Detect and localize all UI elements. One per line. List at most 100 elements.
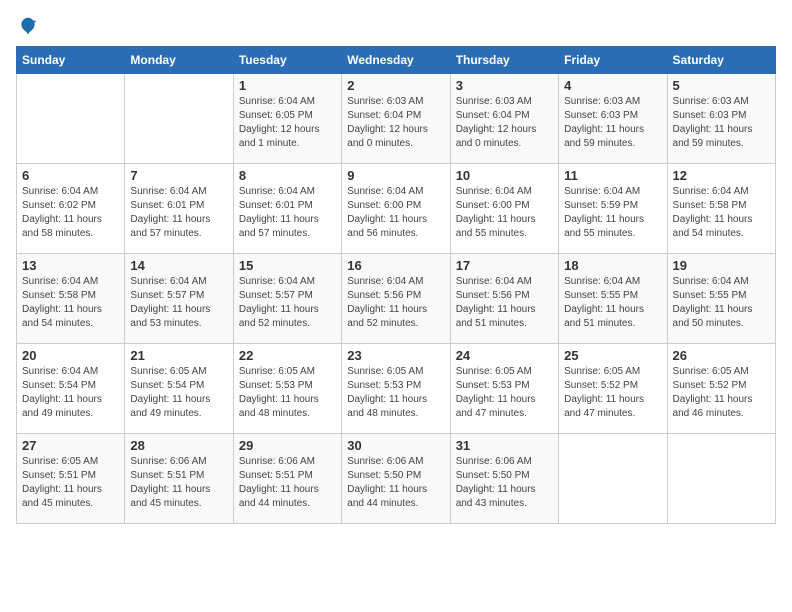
- calendar-cell: 3Sunrise: 6:03 AM Sunset: 6:04 PM Daylig…: [450, 74, 558, 164]
- day-info: Sunrise: 6:06 AM Sunset: 5:51 PM Dayligh…: [130, 455, 227, 511]
- day-number: 26: [673, 348, 770, 363]
- day-info: Sunrise: 6:04 AM Sunset: 6:02 PM Dayligh…: [22, 185, 119, 241]
- calendar-cell: 8 Sunrise: 6:04 AM Sunset: 6:01 PM Daylig…: [233, 164, 341, 254]
- day-number: 17: [456, 258, 553, 273]
- logo-bird-icon: [18, 16, 38, 36]
- day-number: 15: [239, 258, 336, 273]
- calendar-header: SundayMondayTuesdayWednesdayThursdayFrid…: [17, 47, 776, 74]
- day-number: 1: [239, 78, 336, 93]
- day-number: 2: [347, 78, 444, 93]
- page-header: [16, 16, 776, 36]
- calendar-cell: 12 Sunrise: 6:04 AM Sunset: 5:58 PM Dayli…: [667, 164, 775, 254]
- day-number: 11: [564, 168, 661, 183]
- calendar-week-row: 1 Sunrise: 6:04 AM Sunset: 6:05 PM Daylig…: [17, 74, 776, 164]
- day-info: Sunrise: 6:04 AM Sunset: 6:01 PM Dayligh…: [239, 185, 336, 241]
- calendar-cell: 2 Sunrise: 6:03 AM Sunset: 6:04 PM Daylig…: [342, 74, 450, 164]
- day-number: 22: [239, 348, 336, 363]
- day-info: Sunrise: 6:06 AM Sunset: 5:50 PM Dayligh…: [456, 455, 553, 511]
- calendar-cell: 16Sunrise: 6:04 AM Sunset: 5:56 PM Dayli…: [342, 254, 450, 344]
- day-number: 4: [564, 78, 661, 93]
- calendar-cell: 18Sunrise: 6:04 AM Sunset: 5:55 PM Dayli…: [559, 254, 667, 344]
- calendar-cell: 30 Sunrise: 6:06 AM Sunset: 5:50 PM Dayli…: [342, 434, 450, 524]
- day-number: 13: [22, 258, 119, 273]
- calendar-cell: 23 Sunrise: 6:05 AM Sunset: 5:53 PM Dayli…: [342, 344, 450, 434]
- calendar-cell: 19 Sunrise: 6:04 AM Sunset: 5:55 PM Dayli…: [667, 254, 775, 344]
- calendar-cell: 27 Sunrise: 6:05 AM Sunset: 5:51 PM Dayli…: [17, 434, 125, 524]
- header-cell-wednesday: Wednesday: [342, 47, 450, 74]
- day-info: Sunrise: 6:04 AM Sunset: 5:56 PM Dayligh…: [456, 275, 553, 331]
- day-info: Sunrise: 6:05 AM Sunset: 5:52 PM Dayligh…: [673, 365, 770, 421]
- calendar-body: 1 Sunrise: 6:04 AM Sunset: 6:05 PM Daylig…: [17, 74, 776, 524]
- calendar-cell: [17, 74, 125, 164]
- day-info: Sunrise: 6:04 AM Sunset: 5:56 PM Dayligh…: [347, 275, 444, 331]
- day-info: Sunrise: 6:03 AM Sunset: 6:03 PM Dayligh…: [564, 95, 661, 151]
- day-info: Sunrise: 6:06 AM Sunset: 5:50 PM Dayligh…: [347, 455, 444, 511]
- calendar-cell: 6 Sunrise: 6:04 AM Sunset: 6:02 PM Daylig…: [17, 164, 125, 254]
- calendar-cell: 22 Sunrise: 6:05 AM Sunset: 5:53 PM Dayli…: [233, 344, 341, 434]
- day-number: 12: [673, 168, 770, 183]
- day-number: 18: [564, 258, 661, 273]
- calendar-cell: 21 Sunrise: 6:05 AM Sunset: 5:54 PM Dayli…: [125, 344, 233, 434]
- day-info: Sunrise: 6:05 AM Sunset: 5:53 PM Dayligh…: [347, 365, 444, 421]
- day-info: Sunrise: 6:04 AM Sunset: 5:59 PM Dayligh…: [564, 185, 661, 241]
- day-number: 31: [456, 438, 553, 453]
- calendar-cell: 15 Sunrise: 6:04 AM Sunset: 5:57 PM Dayli…: [233, 254, 341, 344]
- day-number: 21: [130, 348, 227, 363]
- day-number: 5: [673, 78, 770, 93]
- day-info: Sunrise: 6:04 AM Sunset: 5:57 PM Dayligh…: [239, 275, 336, 331]
- calendar-cell: 17 Sunrise: 6:04 AM Sunset: 5:56 PM Dayli…: [450, 254, 558, 344]
- day-number: 23: [347, 348, 444, 363]
- day-number: 9: [347, 168, 444, 183]
- day-info: Sunrise: 6:06 AM Sunset: 5:51 PM Dayligh…: [239, 455, 336, 511]
- day-number: 10: [456, 168, 553, 183]
- header-cell-thursday: Thursday: [450, 47, 558, 74]
- header-cell-monday: Monday: [125, 47, 233, 74]
- day-info: Sunrise: 6:04 AM Sunset: 6:01 PM Dayligh…: [130, 185, 227, 241]
- calendar-cell: 7 Sunrise: 6:04 AM Sunset: 6:01 PM Daylig…: [125, 164, 233, 254]
- calendar-cell: 20 Sunrise: 6:04 AM Sunset: 5:54 PM Dayli…: [17, 344, 125, 434]
- day-number: 29: [239, 438, 336, 453]
- day-info: Sunrise: 6:05 AM Sunset: 5:51 PM Dayligh…: [22, 455, 119, 511]
- header-cell-tuesday: Tuesday: [233, 47, 341, 74]
- day-info: Sunrise: 6:04 AM Sunset: 5:58 PM Dayligh…: [673, 185, 770, 241]
- calendar-cell: 11 Sunrise: 6:04 AM Sunset: 5:59 PM Dayli…: [559, 164, 667, 254]
- day-number: 25: [564, 348, 661, 363]
- logo-text: [16, 16, 38, 36]
- day-number: 3: [456, 78, 553, 93]
- day-info: Sunrise: 6:04 AM Sunset: 5:54 PM Dayligh…: [22, 365, 119, 421]
- day-info: Sunrise: 6:03 AM Sunset: 6:03 PM Dayligh…: [673, 95, 770, 151]
- day-number: 30: [347, 438, 444, 453]
- calendar-cell: 10 Sunrise: 6:04 AM Sunset: 6:00 PM Dayli…: [450, 164, 558, 254]
- day-info: Sunrise: 6:04 AM Sunset: 5:57 PM Dayligh…: [130, 275, 227, 331]
- calendar-week-row: 6 Sunrise: 6:04 AM Sunset: 6:02 PM Daylig…: [17, 164, 776, 254]
- day-info: Sunrise: 6:04 AM Sunset: 6:05 PM Dayligh…: [239, 95, 336, 151]
- calendar-cell: [667, 434, 775, 524]
- calendar-cell: 28Sunrise: 6:06 AM Sunset: 5:51 PM Dayli…: [125, 434, 233, 524]
- day-info: Sunrise: 6:04 AM Sunset: 6:00 PM Dayligh…: [456, 185, 553, 241]
- header-cell-friday: Friday: [559, 47, 667, 74]
- day-info: Sunrise: 6:04 AM Sunset: 5:55 PM Dayligh…: [673, 275, 770, 331]
- calendar-cell: [125, 74, 233, 164]
- calendar-cell: 31 Sunrise: 6:06 AM Sunset: 5:50 PM Dayli…: [450, 434, 558, 524]
- calendar-cell: 29 Sunrise: 6:06 AM Sunset: 5:51 PM Dayli…: [233, 434, 341, 524]
- day-number: 27: [22, 438, 119, 453]
- day-number: 19: [673, 258, 770, 273]
- day-info: Sunrise: 6:03 AM Sunset: 6:04 PM Dayligh…: [347, 95, 444, 151]
- calendar-cell: 14 Sunrise: 6:04 AM Sunset: 5:57 PM Dayli…: [125, 254, 233, 344]
- calendar-cell: 24Sunrise: 6:05 AM Sunset: 5:53 PM Dayli…: [450, 344, 558, 434]
- calendar-cell: 4 Sunrise: 6:03 AM Sunset: 6:03 PM Daylig…: [559, 74, 667, 164]
- logo: [16, 16, 38, 36]
- day-number: 20: [22, 348, 119, 363]
- day-info: Sunrise: 6:05 AM Sunset: 5:53 PM Dayligh…: [239, 365, 336, 421]
- calendar-cell: 1 Sunrise: 6:04 AM Sunset: 6:05 PM Daylig…: [233, 74, 341, 164]
- day-info: Sunrise: 6:05 AM Sunset: 5:54 PM Dayligh…: [130, 365, 227, 421]
- calendar-week-row: 13Sunrise: 6:04 AM Sunset: 5:58 PM Dayli…: [17, 254, 776, 344]
- calendar-cell: 9Sunrise: 6:04 AM Sunset: 6:00 PM Daylig…: [342, 164, 450, 254]
- calendar-cell: 26 Sunrise: 6:05 AM Sunset: 5:52 PM Dayli…: [667, 344, 775, 434]
- day-number: 8: [239, 168, 336, 183]
- day-number: 6: [22, 168, 119, 183]
- day-number: 7: [130, 168, 227, 183]
- day-number: 14: [130, 258, 227, 273]
- header-row: SundayMondayTuesdayWednesdayThursdayFrid…: [17, 47, 776, 74]
- calendar-cell: [559, 434, 667, 524]
